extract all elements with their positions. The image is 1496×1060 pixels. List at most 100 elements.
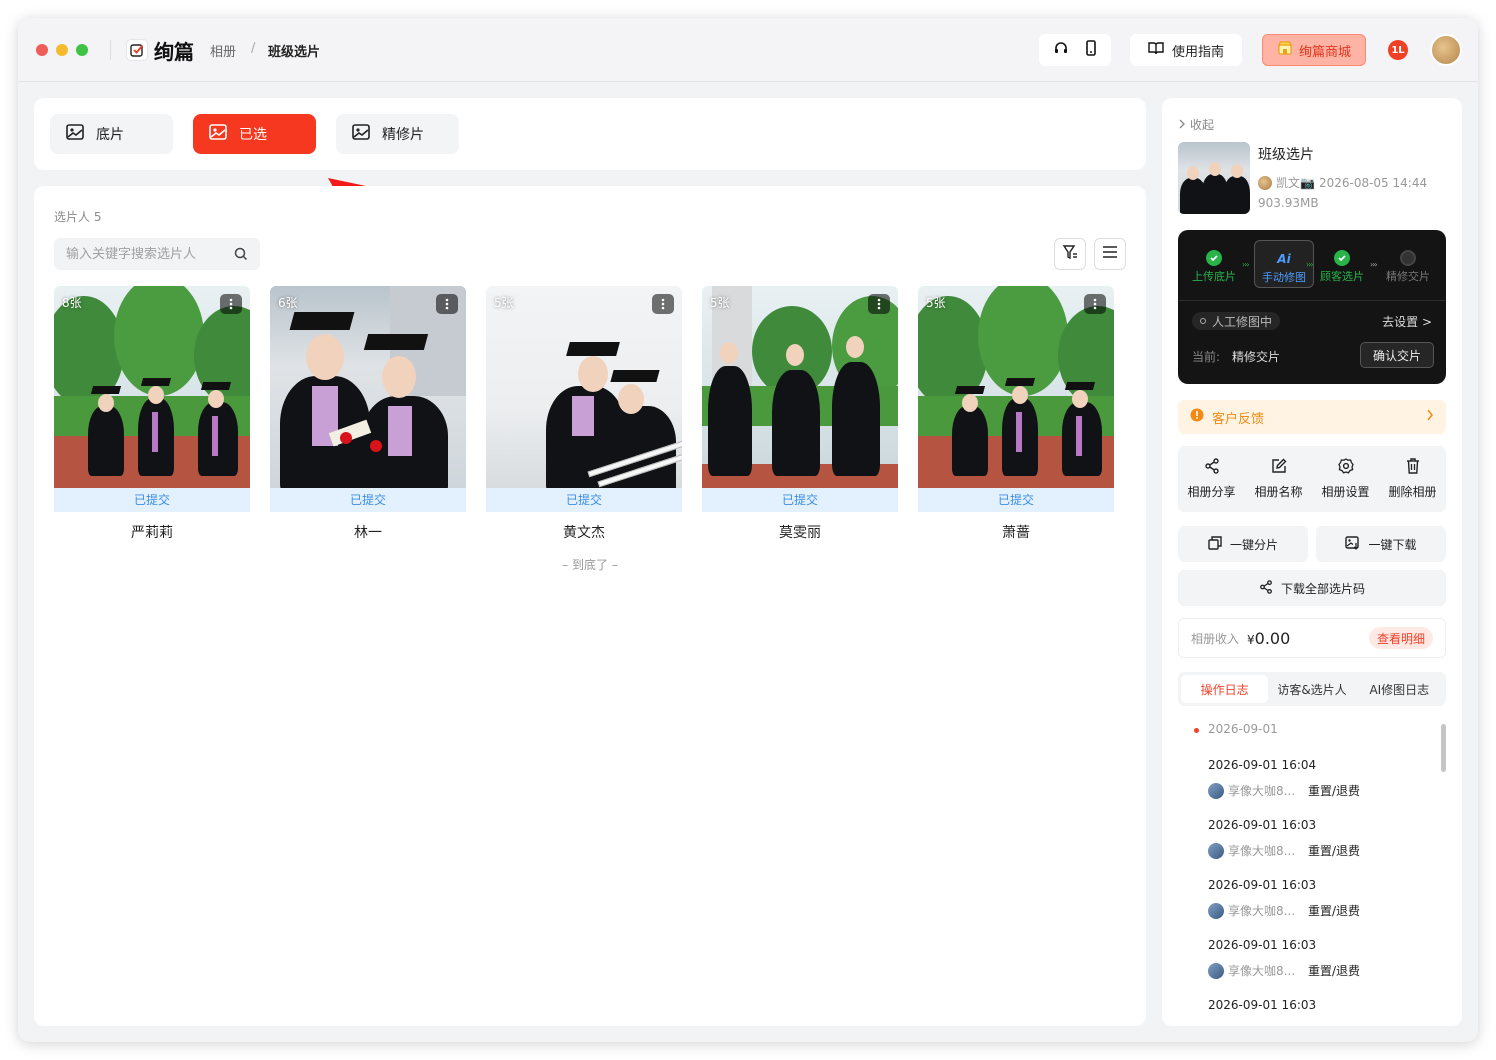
selector-card[interactable]: 8张 已提交 严莉莉: [54, 286, 250, 542]
selector-photo[interactable]: 5张: [486, 286, 682, 488]
divider: [1178, 300, 1446, 301]
step-arrow-icon: ›››: [1370, 260, 1378, 269]
avatar: [1208, 902, 1224, 919]
tab-retouched[interactable]: 精修片: [336, 114, 459, 154]
delete-album-button[interactable]: 删除相册: [1379, 446, 1446, 512]
more-icon[interactable]: [868, 294, 890, 314]
end-of-list: – 到底了 –: [562, 558, 618, 572]
collapse-button[interactable]: 收起: [1178, 116, 1214, 133]
status-badge: 已提交: [918, 488, 1114, 512]
tab-selected[interactable]: 已选: [193, 114, 316, 154]
rename-album-button[interactable]: 相册名称: [1245, 446, 1312, 512]
workflow-status: 人工修图中: [1192, 312, 1281, 330]
title-bar: 绚篇 相册 / 班级选片 使用指南 绚篇商城 1L: [18, 18, 1478, 82]
store-icon: [1277, 40, 1293, 60]
status-badge: 已提交: [702, 488, 898, 512]
status-badge: 已提交: [270, 488, 466, 512]
pending-icon: [1400, 250, 1416, 266]
tab-visitors[interactable]: 访客&选片人: [1268, 675, 1355, 703]
share-album-button[interactable]: 相册分享: [1178, 446, 1245, 512]
user-avatar[interactable]: [1430, 34, 1462, 66]
selectors-panel: 选片人 5 输入关键字搜索选片人 8张 已提交 严莉莉 6张 已提交 林一 5张…: [34, 186, 1146, 1026]
current-stage-value: 精修交片: [1232, 350, 1281, 364]
chevron-right-icon: [1178, 118, 1186, 132]
avatar: [1208, 962, 1224, 979]
more-icon[interactable]: [652, 294, 674, 314]
window-maximize-button[interactable]: [76, 44, 88, 56]
image-icon: [209, 124, 227, 144]
more-icon[interactable]: [436, 294, 458, 314]
confirm-delivery-button[interactable]: 确认交片: [1360, 342, 1434, 368]
workflow-step-select: 顾客选片: [1312, 240, 1372, 284]
selector-photo[interactable]: 5张: [702, 286, 898, 488]
filter-button[interactable]: [1054, 238, 1086, 270]
more-icon[interactable]: [220, 294, 242, 314]
list-view-button[interactable]: [1094, 238, 1126, 270]
breadcrumb-albums[interactable]: 相册: [210, 41, 236, 60]
album-size: 903.93MB: [1258, 196, 1319, 210]
selector-name: 林一: [354, 525, 382, 541]
feedback-label: 客户反馈: [1212, 411, 1265, 427]
album-owner: 凯文📷: [1276, 176, 1315, 190]
album-income: 相册收入 ¥0.00 查看明细: [1178, 618, 1446, 658]
selector-name: 萧蔷: [1002, 525, 1030, 541]
album-actions: 相册分享 相册名称 相册设置 删除相册: [1178, 446, 1446, 512]
window-close-button[interactable]: [36, 44, 48, 56]
app-name: 绚篇: [154, 40, 194, 64]
app-window: 绚篇 相册 / 班级选片 使用指南 绚篇商城 1L 底片 已选 精修片 选片人 …: [18, 18, 1478, 1042]
tab-selected-label: 已选: [239, 127, 267, 143]
customer-feedback-button[interactable]: 客户反馈: [1178, 400, 1446, 434]
selector-card[interactable]: 5张 已提交 萧蔷: [918, 286, 1114, 542]
workflow-panel: 上传底片 ››› Ai 手动修图 ››› 顾客选片 ››› 精修交片 人工修图中…: [1178, 230, 1446, 384]
workflow-step-upload: 上传底片: [1184, 240, 1244, 284]
selector-photo[interactable]: 8张: [54, 286, 250, 488]
download-codes-button[interactable]: 下载全部选片码: [1178, 570, 1446, 606]
selector-card[interactable]: 5张 已提交 黄文杰: [486, 286, 682, 542]
copy-icon: [1208, 535, 1222, 553]
selector-photo[interactable]: 5张: [918, 286, 1114, 488]
album-settings-button[interactable]: 相册设置: [1312, 446, 1379, 512]
headset-icon[interactable]: [1053, 40, 1069, 60]
view-details-button[interactable]: 查看明细: [1368, 627, 1433, 649]
image-icon: [352, 124, 370, 144]
search-input[interactable]: [66, 238, 226, 270]
download-all-button[interactable]: 一键下载: [1316, 526, 1446, 562]
window-minimize-button[interactable]: [56, 44, 68, 56]
selector-name: 严莉莉: [131, 525, 173, 541]
tab-ai-log[interactable]: AI修图日志: [1356, 675, 1443, 703]
warning-icon: [1190, 408, 1204, 426]
tab-negatives[interactable]: 底片: [50, 114, 173, 154]
breadcrumb-current: 班级选片: [268, 45, 321, 60]
more-icon[interactable]: [1084, 294, 1106, 314]
workflow-step-retouch[interactable]: Ai 手动修图: [1254, 240, 1314, 288]
list-item: 2026-09-01 16:03 享像大咖8... 重置/退费: [1208, 878, 1361, 919]
workflow-settings-link[interactable]: 去设置 >: [1382, 313, 1432, 330]
photo-count: 6张: [278, 296, 298, 310]
photo-count: 5张: [494, 296, 514, 310]
notification-badge[interactable]: 1L: [1388, 40, 1408, 60]
album-title: 班级选片: [1258, 147, 1314, 163]
tab-retouched-label: 精修片: [382, 127, 424, 143]
selector-photo[interactable]: 6张: [270, 286, 466, 488]
scrollbar[interactable]: [1441, 724, 1446, 772]
selector-card[interactable]: 5张 已提交 莫雯丽: [702, 286, 898, 542]
breadcrumb-separator: /: [251, 41, 256, 56]
selector-name: 黄文杰: [563, 525, 605, 541]
guide-button[interactable]: 使用指南: [1130, 34, 1242, 66]
collapse-label: 收起: [1190, 118, 1215, 132]
share-icon: [1259, 579, 1273, 597]
album-date: 2026-08-05 14:44: [1318, 175, 1428, 190]
ai-icon: Ai: [1277, 252, 1291, 266]
photo-count: 8张: [62, 296, 82, 310]
mobile-icon[interactable]: [1084, 40, 1098, 60]
mall-button[interactable]: 绚篇商城: [1262, 34, 1366, 66]
album-sidebar: 收起 班级选片 凯文📷 2026-08-05 14:44 903.93MB 上传…: [1162, 98, 1462, 1026]
share-icon: [1204, 458, 1220, 477]
split-photos-button[interactable]: 一键分片: [1178, 526, 1308, 562]
album-cover[interactable]: [1178, 142, 1250, 214]
search-icon[interactable]: [234, 247, 248, 265]
divider: [110, 40, 111, 60]
selector-card[interactable]: 6张 已提交 林一: [270, 286, 466, 542]
tab-operation-log[interactable]: 操作日志: [1181, 675, 1269, 703]
guide-label: 使用指南: [1171, 44, 1224, 60]
